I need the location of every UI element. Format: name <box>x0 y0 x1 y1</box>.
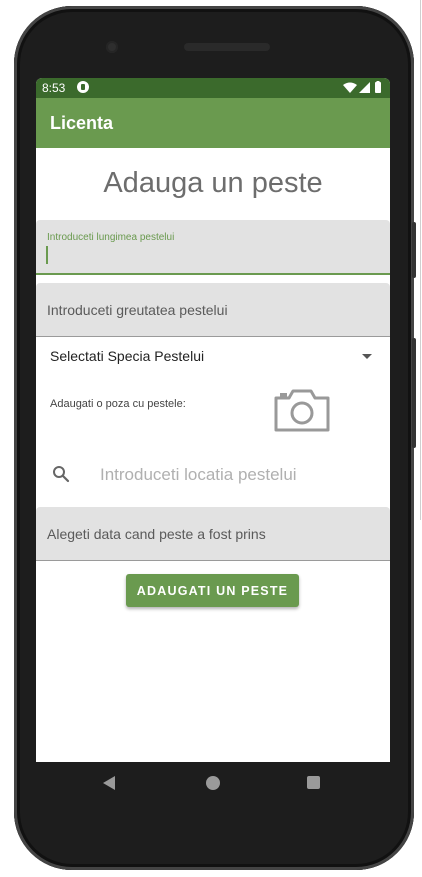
page-title: Adauga un peste <box>103 167 323 199</box>
weight-field[interactable]: Introduceti greutatea pestelui <box>36 283 390 337</box>
nav-home-icon[interactable] <box>206 776 220 790</box>
status-bar: 8:53 <box>36 78 390 98</box>
earpiece-speaker <box>184 43 270 51</box>
length-field-label: Introduceti lungimea pestelui <box>47 232 175 243</box>
weight-field-placeholder: Introduceti greutatea pestelui <box>47 302 228 318</box>
length-field[interactable]: Introduceti lungimea pestelui <box>36 220 390 275</box>
volume-button <box>412 222 416 278</box>
power-button <box>412 338 416 448</box>
species-spinner-value: Selectati Specia Pestelui <box>50 348 205 364</box>
search-icon <box>53 466 70 483</box>
photo-label: Adaugati o poza cu pestele: <box>50 398 186 410</box>
front-camera <box>106 41 118 53</box>
nav-back-icon[interactable] <box>103 776 115 790</box>
signal-icon <box>359 82 370 93</box>
location-input[interactable] <box>100 463 370 487</box>
app-bar: Licenta <box>36 98 390 148</box>
camera-icon[interactable] <box>272 386 332 434</box>
status-time: 8:53 <box>42 81 66 95</box>
status-icons <box>343 81 381 93</box>
nav-recents-icon[interactable] <box>307 776 320 789</box>
wifi-icon <box>343 82 357 93</box>
date-field-placeholder: Alegeti data cand peste a fost prins <box>47 526 266 542</box>
text-cursor <box>46 246 48 264</box>
add-fish-button[interactable]: ADAUGATI UN PESTE <box>126 574 299 607</box>
app-title: Licenta <box>50 113 114 133</box>
species-spinner[interactable]: Selectati Specia Pestelui <box>36 340 390 374</box>
battery-icon <box>375 82 381 93</box>
dropdown-arrow-icon <box>362 354 372 359</box>
date-field[interactable]: Alegeti data cand peste a fost prins <box>36 507 390 561</box>
navigation-bar <box>36 762 390 806</box>
frame-divider <box>420 0 421 520</box>
g-icon <box>77 81 89 93</box>
app-screen: 8:53 Licenta Adauga un peste Introduceti… <box>36 78 390 762</box>
